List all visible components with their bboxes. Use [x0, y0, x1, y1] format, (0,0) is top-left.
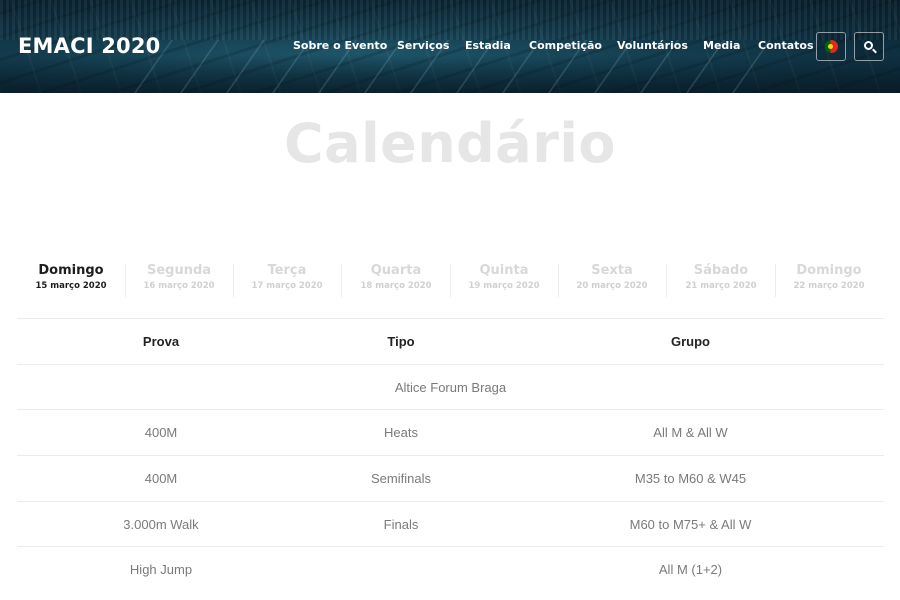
column-header-grupo: Grupo	[671, 334, 710, 349]
nav-item-contatos[interactable]: Contatos	[758, 39, 814, 52]
cell-grupo: M35 to M60 & W45	[634, 471, 747, 487]
site-header: EMACI 2020 Sobre o Evento Serviços Estad…	[0, 0, 900, 93]
search-button[interactable]	[854, 32, 884, 61]
search-icon	[864, 41, 873, 50]
tab-day-label: Sexta	[591, 263, 633, 278]
table-row: High Jump All M (1+2)	[17, 546, 884, 592]
table-row: 400M Semifinals M35 to M60 & W45	[17, 455, 884, 501]
tab-date-label: 21 março 2020	[685, 281, 757, 291]
tab-day-5[interactable]: Quinta 19 março 2020	[450, 262, 558, 298]
tab-day-1[interactable]: Domingo 15 março 2020	[17, 262, 125, 298]
cell-grupo: All M & All W	[653, 425, 728, 441]
tab-day-3[interactable]: Terça 17 março 2020	[233, 262, 341, 298]
nav-item-competicao[interactable]: Competição	[529, 39, 602, 52]
cell-tipo	[305, 547, 497, 592]
tab-day-6[interactable]: Sexta 20 março 2020	[558, 262, 666, 298]
nav-item-servicos[interactable]: Serviços	[397, 39, 449, 52]
tab-day-2[interactable]: Segunda 16 março 2020	[125, 262, 233, 298]
tab-date-label: 17 março 2020	[251, 281, 323, 291]
tab-date-label: 22 março 2020	[793, 281, 865, 291]
nav-item-sobre-o-evento[interactable]: Sobre o Evento	[293, 39, 387, 52]
cell-tipo: Semifinals	[371, 471, 431, 487]
cell-grupo: M60 to M75+ & All W	[629, 516, 752, 532]
page-title: Calendário	[284, 112, 616, 175]
tab-date-label: 15 março 2020	[35, 281, 107, 291]
tab-day-label: Segunda	[146, 263, 212, 278]
cell-prova: 3.000m Walk	[123, 516, 199, 532]
venue-label: Altice Forum Braga	[394, 379, 507, 395]
tab-date-label: 18 março 2020	[360, 281, 432, 291]
tab-day-label: Sábado	[693, 263, 749, 278]
table-row: 3.000m Walk Finals M60 to M75+ & All W	[17, 500, 884, 547]
tab-day-label: Quarta	[370, 263, 422, 278]
nav-item-voluntarios[interactable]: Voluntários	[617, 39, 688, 52]
column-header-prova: Prova	[142, 334, 180, 349]
tab-day-label: Domingo	[796, 263, 862, 278]
cell-grupo: All M (1+2)	[658, 562, 723, 578]
cell-prova: High Jump	[129, 562, 193, 578]
venue-row: Altice Forum Braga	[17, 363, 884, 410]
table-header-row: Prova Tipo Grupo	[17, 318, 884, 364]
column-header-tipo: Tipo	[387, 334, 415, 349]
tab-day-label: Terça	[267, 263, 307, 278]
cell-prova: 400M	[144, 425, 178, 441]
tab-day-label: Domingo	[38, 263, 104, 278]
tab-date-label: 19 março 2020	[468, 281, 540, 291]
nav-item-estadia[interactable]: Estadia	[465, 39, 511, 52]
cell-prova: 400M	[144, 471, 178, 487]
tab-date-label: 20 março 2020	[576, 281, 648, 291]
nav-item-media[interactable]: Media	[703, 39, 740, 52]
cell-tipo: Heats	[384, 425, 418, 441]
tab-day-label: Quinta	[479, 263, 529, 278]
day-tabs: Domingo 15 março 2020 Segunda 16 março 2…	[17, 262, 884, 300]
table-row: 400M Heats All M & All W	[17, 409, 884, 455]
language-button[interactable]	[816, 32, 846, 61]
tab-day-7[interactable]: Sábado 21 março 2020	[667, 262, 775, 298]
portugal-flag-icon	[825, 40, 838, 53]
schedule-table: Prova Tipo Grupo Altice Forum Braga 400M…	[17, 318, 884, 592]
site-logo[interactable]: EMACI 2020	[18, 34, 160, 58]
tab-day-8[interactable]: Domingo 22 março 2020	[775, 262, 883, 298]
cell-tipo: Finals	[383, 516, 419, 532]
tab-day-4[interactable]: Quarta 18 março 2020	[342, 262, 450, 298]
tab-date-label: 16 março 2020	[143, 281, 215, 291]
